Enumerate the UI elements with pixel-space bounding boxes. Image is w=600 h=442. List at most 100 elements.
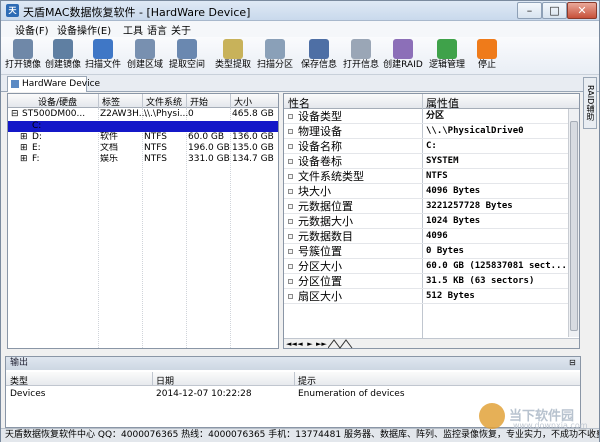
scan-file-icon: [93, 39, 113, 59]
menu-language[interactable]: 语言: [147, 22, 167, 37]
toolbar-button[interactable]: 创建RAID: [383, 38, 423, 74]
expand-icon[interactable]: ⊞: [20, 143, 28, 154]
column-device[interactable]: 设备/硬盘: [38, 95, 77, 108]
tab-raid-helper[interactable]: RAID辅助: [583, 77, 597, 129]
toolbar-button[interactable]: 逻辑管理: [427, 38, 467, 74]
device-grid: 设备/硬盘 标签 文件系统 开始 大小 ⊟ ST500DM00... Z2AW3H.…: [7, 93, 279, 349]
minimize-button[interactable]: –: [517, 2, 542, 19]
output-row[interactable]: Devices 2014-12-07 10:22:28 Enumeration …: [6, 388, 580, 401]
collapse-icon[interactable]: ⊟: [11, 109, 19, 120]
property-row[interactable]: 元数据数目 4096: [284, 229, 568, 244]
property-row[interactable]: 设备类型 分区: [284, 109, 568, 124]
property-value: 60.0 GB (125837081 sect...: [426, 261, 567, 271]
property-row[interactable]: 设备卷标 SYSTEM: [284, 154, 568, 169]
property-row[interactable]: 文件系统类型 NTFS: [284, 169, 568, 184]
menu-tools[interactable]: 工具: [123, 22, 143, 37]
pin-icon[interactable]: ⊟: [569, 359, 577, 367]
device-cell-name: ST500DM00...: [22, 109, 86, 119]
column-divider: [152, 372, 153, 386]
close-button[interactable]: ✕: [567, 2, 597, 19]
hardware-device-icon: [11, 80, 19, 88]
property-value: NTFS: [426, 171, 448, 181]
menu-device[interactable]: 设备(F): [15, 22, 49, 37]
device-cell-size: 135.0 GB: [232, 143, 274, 153]
toolbar-button[interactable]: 扫描分区: [255, 38, 295, 74]
property-row[interactable]: 分区位置 31.5 KB (63 sectors): [284, 274, 568, 289]
tab-hardware-device[interactable]: HardWare Device: [7, 76, 100, 92]
column-filesystem[interactable]: 文件系统: [146, 95, 182, 108]
toolbar-button[interactable]: 提取空间: [167, 38, 207, 74]
toolbar-button[interactable]: 打开信息: [341, 38, 381, 74]
toolbar-button[interactable]: 扫描文件: [83, 38, 123, 74]
device-row[interactable]: ⊞ E: 文档 NTFS 196.0 GB 135.0 GB: [8, 143, 278, 154]
output-header: 类型 日期 提示: [6, 372, 580, 387]
column-label[interactable]: 标签: [102, 95, 120, 108]
output-date: 2014-12-07 10:22:28: [156, 389, 252, 399]
column-date[interactable]: 日期: [156, 374, 174, 387]
menu-about[interactable]: 关于: [171, 22, 191, 37]
toolbar-button-label: 停止: [477, 60, 496, 70]
first-sheet-button[interactable]: ◄◄: [286, 340, 297, 348]
device-cell-fs: NTFS: [144, 154, 167, 164]
property-row[interactable]: 号簇位置 0 Bytes: [284, 244, 568, 259]
toolbar-button[interactable]: 类型提取: [213, 38, 253, 74]
maximize-button[interactable]: □: [542, 2, 567, 19]
property-row[interactable]: 分区大小 60.0 GB (125837081 sect...: [284, 259, 568, 274]
device-row[interactable]: C:: [8, 121, 278, 132]
toolbar-button-label: 打开镜像: [4, 60, 41, 70]
properties-scrollbar[interactable]: [568, 109, 579, 337]
property-row[interactable]: 设备名称 C:: [284, 139, 568, 154]
title-bar[interactable]: 天 天盾MAC数据恢复软件 - [HardWare Device] – □ ✕: [1, 1, 599, 21]
window-title: 天盾MAC数据恢复软件 - [HardWare Device]: [23, 6, 251, 19]
toolbar-button[interactable]: 停止: [467, 38, 507, 74]
device-cell-label: 文档: [100, 143, 119, 153]
device-cell-size: 134.7 GB: [232, 154, 274, 164]
scrollbar-thumb[interactable]: [570, 121, 578, 331]
device-cell-label: Z2AW3H...: [100, 109, 148, 119]
expand-icon[interactable]: ⊞: [20, 132, 28, 143]
next-sheet-button[interactable]: ►: [306, 340, 314, 348]
property-row[interactable]: 元数据位置 3221257728 Bytes: [284, 199, 568, 214]
property-bullet-icon: [288, 174, 293, 179]
toolbar-button[interactable]: 创建镜像: [43, 38, 83, 74]
column-size[interactable]: 大小: [234, 95, 252, 108]
property-value: 3221257728 Bytes: [426, 201, 513, 211]
menu-bar: 设备(F) 设备操作(E) 工具 语言 关于: [1, 21, 599, 37]
column-note[interactable]: 提示: [298, 374, 316, 387]
toolbar-button[interactable]: 打开镜像: [3, 38, 43, 74]
property-row[interactable]: 扇区大小 512 Bytes: [284, 289, 568, 304]
toolbar-button[interactable]: 保存信息: [299, 38, 339, 74]
sheet-tab-icon: [328, 339, 353, 349]
property-row[interactable]: 元数据大小 1024 Bytes: [284, 214, 568, 229]
property-value: 0 Bytes: [426, 246, 464, 256]
toolbar-button-label: 保存信息: [300, 60, 337, 70]
device-cell-start: 60.0 GB: [188, 132, 225, 142]
device-cell-start: 331.0 GB: [188, 154, 230, 164]
expand-icon[interactable]: ⊞: [20, 154, 28, 165]
column-start[interactable]: 开始: [190, 95, 208, 108]
property-bullet-icon: [288, 264, 293, 269]
property-value: 31.5 KB (63 sectors): [426, 276, 535, 286]
property-bullet-icon: [288, 294, 293, 299]
device-row[interactable]: ⊟ ST500DM00... Z2AW3H... \\.\Physi... 0 465.8…: [8, 109, 278, 120]
toolbar-button[interactable]: 创建区域: [125, 38, 165, 74]
properties-panel: 性名 属性值 设备类型 分区 物理设备 \\.\PhysicalDrive0 设备名称 C…: [283, 93, 580, 349]
property-name: 元数据大小: [298, 215, 353, 228]
menu-device-operation[interactable]: 设备操作(E): [57, 22, 111, 37]
device-cell-size: 465.8 GB: [232, 109, 274, 119]
create-region-icon: [135, 39, 155, 59]
document-tab-strip: HardWare Device: [1, 75, 599, 92]
device-cell-label: 软件: [100, 132, 119, 142]
property-name: 元数据数目: [298, 230, 353, 243]
property-row[interactable]: 块大小 4096 Bytes: [284, 184, 568, 199]
toolbar-button-label: 逻辑管理: [428, 60, 465, 70]
device-row[interactable]: ⊞ D: 软件 NTFS 60.0 GB 136.0 GB: [8, 132, 278, 143]
extract-space-icon: [177, 39, 197, 59]
property-value: 1024 Bytes: [426, 216, 481, 226]
last-sheet-button[interactable]: ►►: [316, 340, 327, 348]
prev-sheet-button[interactable]: ◄: [296, 340, 304, 348]
device-row[interactable]: ⊞ F: 娱乐 NTFS 331.0 GB 134.7 GB: [8, 154, 278, 165]
column-type[interactable]: 类型: [10, 374, 28, 387]
property-row[interactable]: 物理设备 \\.\PhysicalDrive0: [284, 124, 568, 139]
device-cell-start: 196.0 GB: [188, 143, 230, 153]
